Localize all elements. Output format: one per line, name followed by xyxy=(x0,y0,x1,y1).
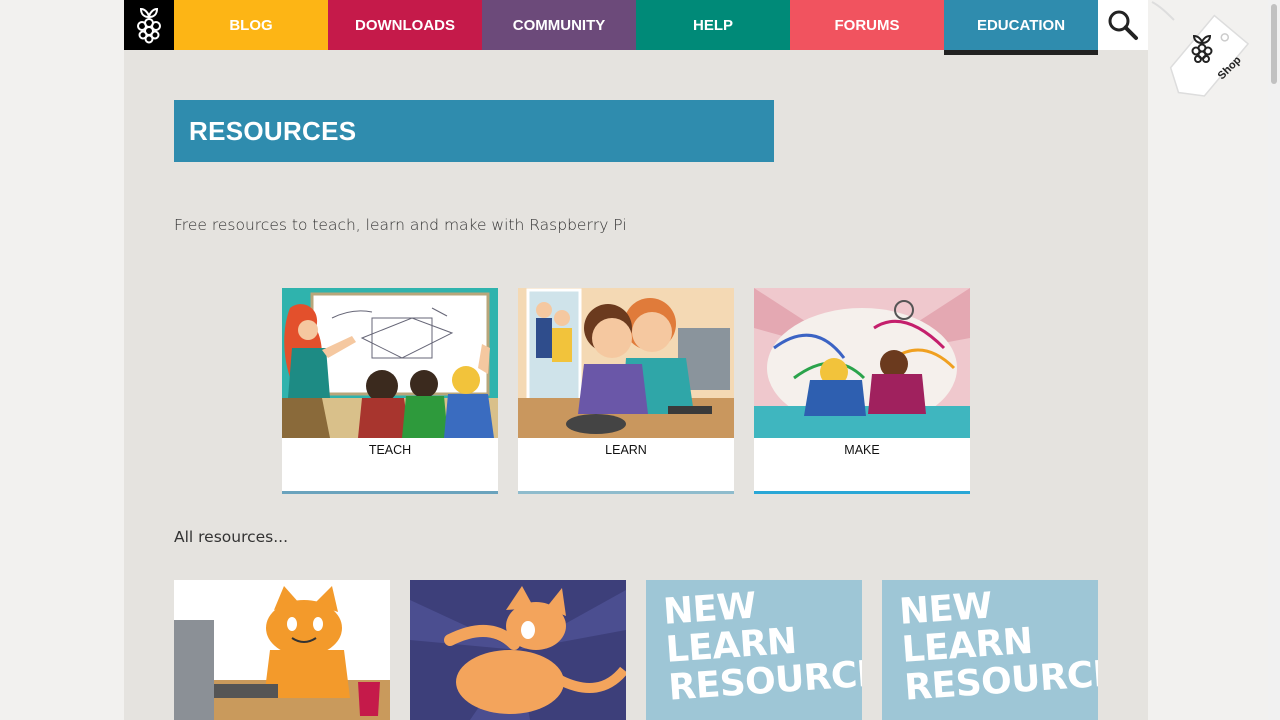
page-title: RESOURCES xyxy=(189,115,357,146)
resource-tile-scratch-cat[interactable] xyxy=(410,580,626,720)
make-illustration xyxy=(754,288,970,438)
learn-illustration xyxy=(518,288,734,438)
intro-text-content: Free resources to teach, learn and make … xyxy=(174,216,627,234)
nav-downloads[interactable]: DOWNLOADS xyxy=(328,0,482,50)
learn-label: LEARN xyxy=(605,443,647,457)
scratch-cat-flying-illustration xyxy=(410,580,626,720)
learn-underline xyxy=(518,491,734,494)
make-label: MAKE xyxy=(844,443,880,457)
nav-education[interactable]: EDUCATION xyxy=(944,0,1098,55)
page-title-banner: RESOURCES xyxy=(174,100,774,162)
new-resource-label: NEW LEARN RESOURCE xyxy=(662,580,862,709)
scratch-cat-illustration xyxy=(174,580,390,720)
shop-tag[interactable]: Shop xyxy=(1150,0,1260,110)
make-card[interactable]: MAKE xyxy=(754,288,970,494)
teach-illustration xyxy=(282,288,498,438)
page-scrollbar[interactable] xyxy=(1268,0,1280,720)
nav-help[interactable]: HELP xyxy=(636,0,790,50)
teach-label: TEACH xyxy=(368,443,412,457)
all-resources-heading: All resources... xyxy=(174,528,289,546)
resource-tile-new-1[interactable]: NEW LEARN RESOURCE xyxy=(646,580,862,720)
new-resource-label: NEW LEARN RESOURCE xyxy=(898,580,1098,709)
raspberry-pi-logo[interactable] xyxy=(124,0,174,50)
teach-underline xyxy=(282,491,498,494)
top-navbar: BLOG DOWNLOADS COMMUNITY HELP FORUMS EDU… xyxy=(124,0,1148,55)
search-button[interactable] xyxy=(1098,0,1148,50)
resource-tile-new-2[interactable]: NEW LEARN RESOURCE xyxy=(882,580,1098,720)
nav-community[interactable]: COMMUNITY xyxy=(482,0,636,50)
make-underline xyxy=(754,491,970,494)
nav-blog[interactable]: BLOG xyxy=(174,0,328,50)
nav-forums[interactable]: FORUMS xyxy=(790,0,944,50)
learn-card[interactable]: LEARN xyxy=(518,288,734,494)
scrollbar-thumb[interactable] xyxy=(1271,4,1277,84)
resource-tile-scratch-computer[interactable] xyxy=(174,580,390,720)
raspberry-icon xyxy=(137,7,161,44)
search-icon xyxy=(1108,10,1138,40)
intro-text: Free resources to teach, learn and make … xyxy=(174,215,627,234)
teach-card[interactable]: TEACH xyxy=(282,288,498,494)
